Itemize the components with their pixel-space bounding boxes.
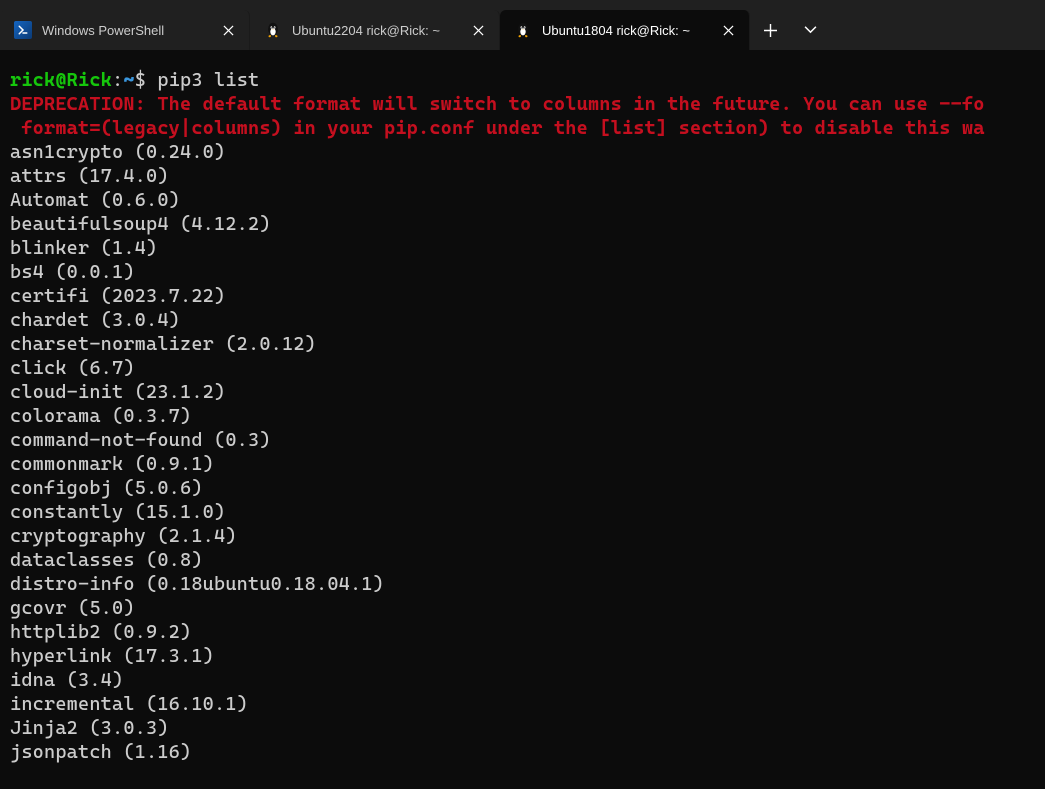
package-row: incremental (16.10.1) (10, 692, 1035, 716)
package-row: colorama (0.3.7) (10, 404, 1035, 428)
tab-title: Ubuntu1804 rick@Rick: ~ (542, 23, 711, 38)
close-icon[interactable] (467, 19, 489, 41)
titlebar-buttons (750, 10, 830, 50)
package-row: dataclasses (0.8) (10, 548, 1035, 572)
package-row: blinker (1.4) (10, 236, 1035, 260)
package-row: configobj (5.0.6) (10, 476, 1035, 500)
prompt-user-host: rick@Rick (10, 69, 112, 91)
prompt-path: ~ (123, 69, 134, 91)
package-row: distro-info (0.18ubuntu0.18.04.1) (10, 572, 1035, 596)
powershell-icon (14, 21, 32, 39)
new-tab-button[interactable] (750, 10, 790, 50)
package-row: chardet (3.0.4) (10, 308, 1035, 332)
package-row: certifi (2023.7.22) (10, 284, 1035, 308)
prompt-line: rick@Rick:~$ pip3 list (10, 68, 1035, 92)
prompt-separator: : (112, 69, 123, 91)
package-row: asn1crypto (0.24.0) (10, 140, 1035, 164)
package-row: jsonpatch (1.16) (10, 740, 1035, 764)
package-row: attrs (17.4.0) (10, 164, 1035, 188)
deprecation-warning-line: format=(legacy|columns) in your pip.conf… (10, 116, 1035, 140)
package-row: Jinja2 (3.0.3) (10, 716, 1035, 740)
package-row: charset-normalizer (2.0.12) (10, 332, 1035, 356)
titlebar: Windows PowerShell Ubuntu2204 rick@Rick:… (0, 0, 1045, 50)
tab-powershell[interactable]: Windows PowerShell (0, 10, 250, 50)
tab-ubuntu1804[interactable]: Ubuntu1804 rick@Rick: ~ (500, 10, 750, 50)
command-text: pip3 list (157, 69, 259, 91)
tab-dropdown-button[interactable] (790, 10, 830, 50)
package-row: commonmark (0.9.1) (10, 452, 1035, 476)
tux-icon (514, 21, 532, 39)
tab-title: Ubuntu2204 rick@Rick: ~ (292, 23, 461, 38)
package-row: httplib2 (0.9.2) (10, 620, 1035, 644)
package-row: cryptography (2.1.4) (10, 524, 1035, 548)
close-icon[interactable] (717, 19, 739, 41)
package-row: idna (3.4) (10, 668, 1035, 692)
deprecation-warning-line: DEPRECATION: The default format will swi… (10, 92, 1035, 116)
tab-title: Windows PowerShell (42, 23, 211, 38)
tab-ubuntu2204[interactable]: Ubuntu2204 rick@Rick: ~ (250, 10, 500, 50)
terminal-output[interactable]: rick@Rick:~$ pip3 listDEPRECATION: The d… (0, 50, 1045, 774)
package-row: hyperlink (17.3.1) (10, 644, 1035, 668)
package-row: gcovr (5.0) (10, 596, 1035, 620)
package-row: Automat (0.6.0) (10, 188, 1035, 212)
package-row: command-not-found (0.3) (10, 428, 1035, 452)
close-icon[interactable] (217, 19, 239, 41)
package-row: bs4 (0.0.1) (10, 260, 1035, 284)
package-row: beautifulsoup4 (4.12.2) (10, 212, 1035, 236)
prompt-symbol: $ (135, 69, 158, 91)
package-row: cloud-init (23.1.2) (10, 380, 1035, 404)
package-row: constantly (15.1.0) (10, 500, 1035, 524)
tux-icon (264, 21, 282, 39)
package-row: click (6.7) (10, 356, 1035, 380)
